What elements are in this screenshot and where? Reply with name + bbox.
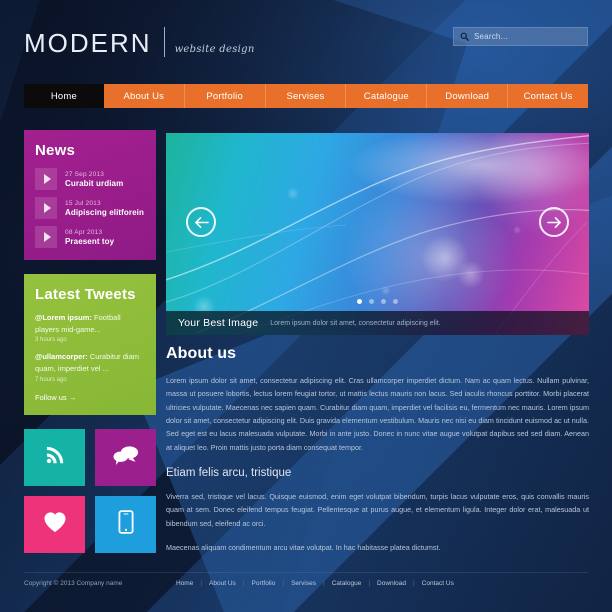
mobile-phone-icon [117,509,134,539]
social-tile-mobile[interactable] [95,495,156,553]
search-icon [460,32,469,41]
nav-item-about-us[interactable]: About Us [103,84,185,108]
nav-item-contact-us[interactable]: Contact Us [508,84,589,108]
social-tile-chat[interactable] [95,428,156,486]
hero-caption-title: Your Best Image [178,317,259,329]
arrow-right-icon [546,216,561,228]
news-headline: Praesent toy [65,236,115,246]
sidebar: News 27 Sep 2013 Curabit urdiam 15 Jul 2… [24,130,156,553]
social-tiles [24,428,156,553]
nav-item-portfolio[interactable]: Portfolio [184,84,266,108]
tweet-body: @Lorem ipsum: Football players mid-game.… [35,312,145,335]
site-footer: Copyright © 2013 Company name Home | Abo… [24,572,588,594]
rss-icon [44,444,66,471]
nav-item-home[interactable]: Home [24,84,104,108]
footer-link-home[interactable]: Home [176,580,193,587]
hero-dot-3[interactable] [381,299,386,304]
hero-dot-1[interactable] [357,299,362,304]
hero-caption: Your Best Image Lorem ipsum dolor sit am… [166,311,589,335]
page-title: About us [166,345,237,362]
news-date: 15 Jul 2013 [65,199,101,207]
footer-separator: | [242,580,245,587]
tweet-time: 7 hours ago [35,376,67,383]
news-headline: Adipiscing elitforein [65,207,144,217]
footer-link-about-us[interactable]: About Us [209,580,236,587]
footer-link-download[interactable]: Download [377,580,406,587]
hero-slider[interactable]: Your Best Image Lorem ipsum dolor sit am… [166,133,589,335]
hero-light-curves [166,135,589,335]
news-panel-title: News [35,142,75,159]
tweets-panel-title: Latest Tweets [35,286,136,303]
content-paragraph-3: Maecenas aliquam condimentum arcu vitae … [166,542,441,552]
tweets-panel: Latest Tweets @Lorem ipsum: Football pla… [24,274,156,415]
tweet-body: @ullamcorper: Curabitur diam quam, imper… [35,351,145,374]
hero-caption-subtitle: Lorem ipsum dolor sit amet, consectetur … [270,319,441,327]
tweet-time: 3 hours ago [35,337,67,344]
news-date: 27 Sep 2013 [65,170,105,178]
main-content: About us Lorem ipsum dolor sit amet, con… [166,345,589,554]
hero-dot-2[interactable] [369,299,374,304]
footer-link-servises[interactable]: Servises [291,580,316,587]
play-arrow-icon[interactable] [35,168,57,190]
play-arrow-icon[interactable] [35,226,57,248]
footer-links: Home | About Us | Portfolio | Servises |… [176,580,454,587]
footer-separator: | [368,580,371,587]
hero-pagination [166,299,589,304]
news-headline: Curabit urdiam [65,178,124,188]
search-box[interactable]: Search... [453,27,588,46]
tweet-item: @Lorem ipsum: Football players mid-game.… [35,312,145,343]
play-arrow-icon[interactable] [35,197,57,219]
tweet-item: @ullamcorper: Curabitur diam quam, imper… [35,351,145,382]
main-navigation: Home About Us Portfolio Servises Catalog… [24,84,589,108]
hero-dot-4[interactable] [393,299,398,304]
nav-item-download[interactable]: Download [427,84,509,108]
copyright-text: Copyright © 2013 Company name [24,580,123,587]
arrow-left-icon [194,216,209,228]
follow-us-link[interactable]: Follow us → [35,393,145,402]
footer-separator: | [412,580,415,587]
content-paragraph-2: Viverra sed, tristique vel lacus. Quisqu… [166,491,589,528]
logo-main-text: MODERN [24,28,152,58]
nav-item-catalogue[interactable]: Catalogue [346,84,428,108]
tweet-user[interactable]: @ullamcorper: [35,352,88,361]
footer-separator: | [200,580,203,587]
news-panel: News 27 Sep 2013 Curabit urdiam 15 Jul 2… [24,130,156,260]
content-subheading: Etiam felis arcu, tristique [166,466,292,479]
hero-prev-button[interactable] [186,207,216,237]
news-item[interactable]: 15 Jul 2013 Adipiscing elitforein [35,197,145,219]
footer-link-portfolio[interactable]: Portfolio [252,580,276,587]
heart-icon [43,511,67,538]
social-tile-heart[interactable] [24,495,85,553]
hero-next-button[interactable] [539,207,569,237]
logo-tagline: website design [174,44,255,55]
footer-separator: | [282,580,285,587]
search-input[interactable]: Search... [474,32,508,41]
footer-link-contact-us[interactable]: Contact Us [422,580,454,587]
footer-link-catalogue[interactable]: Catalogue [332,580,362,587]
social-tile-rss[interactable] [24,428,85,486]
logo-divider [163,27,165,57]
site-header: MODERN website design Search... [24,22,588,68]
tweet-user[interactable]: @Lorem ipsum: [35,313,92,322]
footer-separator: | [323,580,325,587]
news-date: 08 Apr 2013 [65,228,103,236]
chat-bubbles-icon [113,444,139,471]
news-item[interactable]: 27 Sep 2013 Curabit urdiam [35,168,145,190]
nav-item-servises[interactable]: Servises [265,84,347,108]
news-item[interactable]: 08 Apr 2013 Praesent toy [35,226,145,248]
content-paragraph-1: Lorem ipsum dolor sit amet, consectetur … [166,376,589,452]
